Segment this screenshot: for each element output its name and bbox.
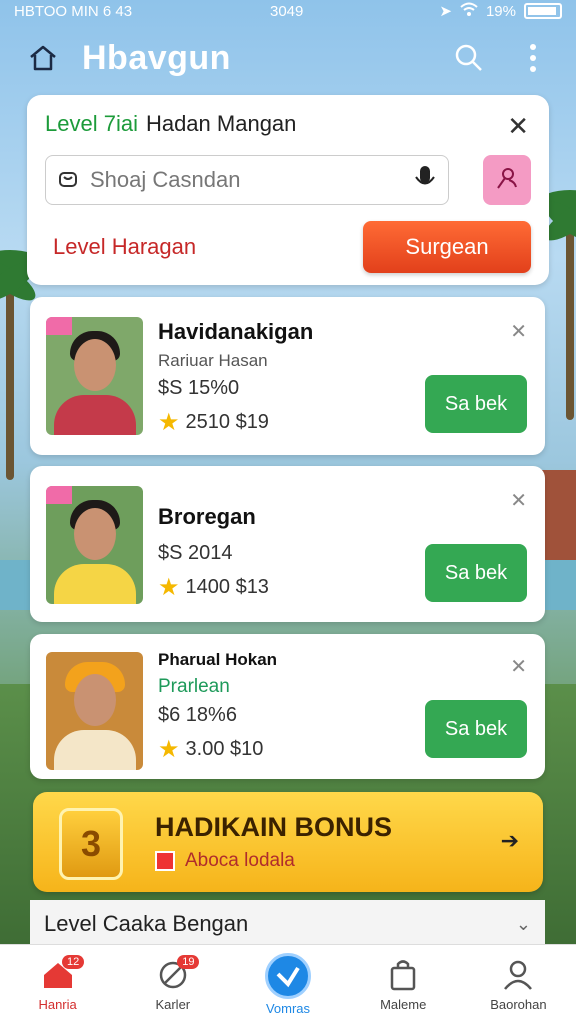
star-icon: ★ (158, 574, 180, 601)
level-filter-label: Level Haragan (53, 234, 197, 259)
product-action-button[interactable]: Sa bek (425, 700, 527, 758)
bonus-subtitle: Aboca lodala (185, 850, 295, 871)
status-left-text: HBTOO MIN 6 43 (14, 2, 133, 20)
rating-text: 2510 $19 (185, 411, 269, 433)
status-time: 3049 (270, 2, 304, 20)
profile-search-button[interactable] (483, 155, 531, 205)
rating-text: 3.00 $10 (185, 738, 264, 760)
home-icon[interactable] (26, 41, 60, 75)
search-action-row: Level Haragan Surgean (45, 221, 531, 273)
product-card[interactable]: Pharual Hokan Prarlean $6 18%6 ★ 3.00 $1… (30, 634, 545, 779)
bonus-badge-icon: 3 (59, 808, 123, 880)
product-price: $6 18%6 (158, 704, 237, 726)
nav-label: Maleme (380, 997, 427, 1012)
product-action-button[interactable]: Sa bek (425, 375, 527, 433)
dismiss-icon[interactable]: ✕ (510, 654, 527, 679)
search-placeholder: Shoaj Casndan (90, 167, 241, 192)
product-action-button[interactable]: Sa bek (425, 544, 527, 602)
user-icon (500, 957, 536, 993)
search-card-header: Level 7iai Hadan Mangan (45, 111, 531, 136)
bonus-title: HADIKAIN BONUS (155, 812, 393, 842)
product-name: Broregan (158, 504, 256, 529)
bonus-banner[interactable]: 3 HADIKAIN BONUS Aboca lodala ➔ (33, 792, 543, 892)
status-bar: HBTOO MIN 6 43 3049 ➤ 19% (0, 0, 576, 22)
location-icon: ➤ (439, 3, 452, 20)
chart-icon (155, 851, 175, 871)
product-subtitle: Prarlean (158, 676, 230, 697)
dismiss-icon[interactable]: ✕ (510, 319, 527, 344)
product-price: $S 15%0 (158, 377, 240, 399)
nav-item-bag[interactable]: Maleme (346, 945, 461, 1024)
close-icon[interactable]: ✕ (507, 111, 529, 142)
product-subtitle: Rariuar Hasan (158, 351, 268, 370)
house-roof (542, 470, 576, 560)
star-icon: ★ (158, 409, 180, 436)
product-info: Broregan $S 2014 ★ 1400 $13 (158, 504, 269, 602)
notification-badge: 19 (177, 955, 200, 969)
nav-item-tools[interactable]: 19 Karler (115, 945, 230, 1024)
product-rating: ★ 1400 $13 (158, 573, 269, 602)
search-icon[interactable] (452, 41, 486, 75)
person-icon (495, 166, 519, 195)
photo-tag (46, 317, 72, 335)
product-name: Pharual Hokan (158, 650, 278, 669)
product-rating: ★ 3.00 $10 (158, 735, 277, 764)
dismiss-icon[interactable]: ✕ (510, 488, 527, 513)
section-dropdown[interactable]: Level Caaka Bengan ⌄ (30, 900, 545, 948)
nav-label: Hanria (38, 997, 77, 1012)
nav-item-home[interactable]: 12 Hanria (0, 945, 115, 1024)
arrow-right-icon: ➔ (500, 828, 519, 853)
bonus-subtitle-row: Aboca lodala (155, 850, 295, 872)
star-icon: ★ (158, 736, 180, 763)
search-card-title: Hadan Mangan (145, 111, 297, 136)
nav-label: Vomras (265, 1001, 311, 1016)
product-photo (46, 317, 143, 435)
battery-percent: 19% (485, 2, 516, 20)
more-vertical-icon[interactable] (516, 41, 550, 75)
chevron-down-icon: ⌄ (515, 913, 531, 934)
app-title: Hbavgun (82, 38, 231, 77)
search-row: Shoaj Casndan (45, 155, 531, 205)
product-card[interactable]: Broregan $S 2014 ★ 1400 $13 ✕ Sa bek (30, 466, 545, 622)
nav-label: Baorohan (490, 997, 547, 1012)
section-label: Level Caaka Bengan (44, 911, 249, 936)
product-photo (46, 652, 143, 770)
product-price: $S 2014 (158, 542, 233, 564)
product-photo (46, 486, 143, 604)
wifi-icon (460, 2, 478, 20)
nav-item-profile[interactable]: Baorohan (461, 945, 576, 1024)
submit-search-button[interactable]: Surgean (363, 221, 531, 273)
product-card[interactable]: Havidanakigan Rariuar Hasan $S 15%0 ★ 25… (30, 297, 545, 455)
nav-label: Karler (155, 997, 191, 1012)
product-rating: ★ 2510 $19 (158, 408, 313, 437)
bottom-navigation: 12 Hanria 19 Karler Vomras Maleme Baoroh… (0, 944, 576, 1024)
check-shield-icon (265, 953, 311, 999)
product-name: Havidanakigan (158, 319, 314, 344)
microphone-icon[interactable] (414, 164, 436, 197)
battery-icon (524, 3, 562, 19)
product-info: Havidanakigan Rariuar Hasan $S 15%0 ★ 25… (158, 319, 313, 437)
nav-item-verified[interactable]: Vomras (230, 945, 345, 1024)
app-bar: Hbavgun (0, 30, 576, 86)
bag-icon (58, 168, 78, 193)
rating-text: 1400 $13 (185, 576, 269, 598)
bag-icon (385, 957, 421, 993)
notification-badge: 12 (62, 955, 85, 969)
product-info: Pharual Hokan Prarlean $6 18%6 ★ 3.00 $1… (158, 650, 277, 764)
photo-tag (46, 486, 72, 504)
search-input[interactable]: Shoaj Casndan (45, 155, 449, 205)
level-label: Level 7iai (45, 111, 138, 136)
search-card: Level 7iai Hadan Mangan ✕ Shoaj Casndan … (27, 95, 549, 285)
